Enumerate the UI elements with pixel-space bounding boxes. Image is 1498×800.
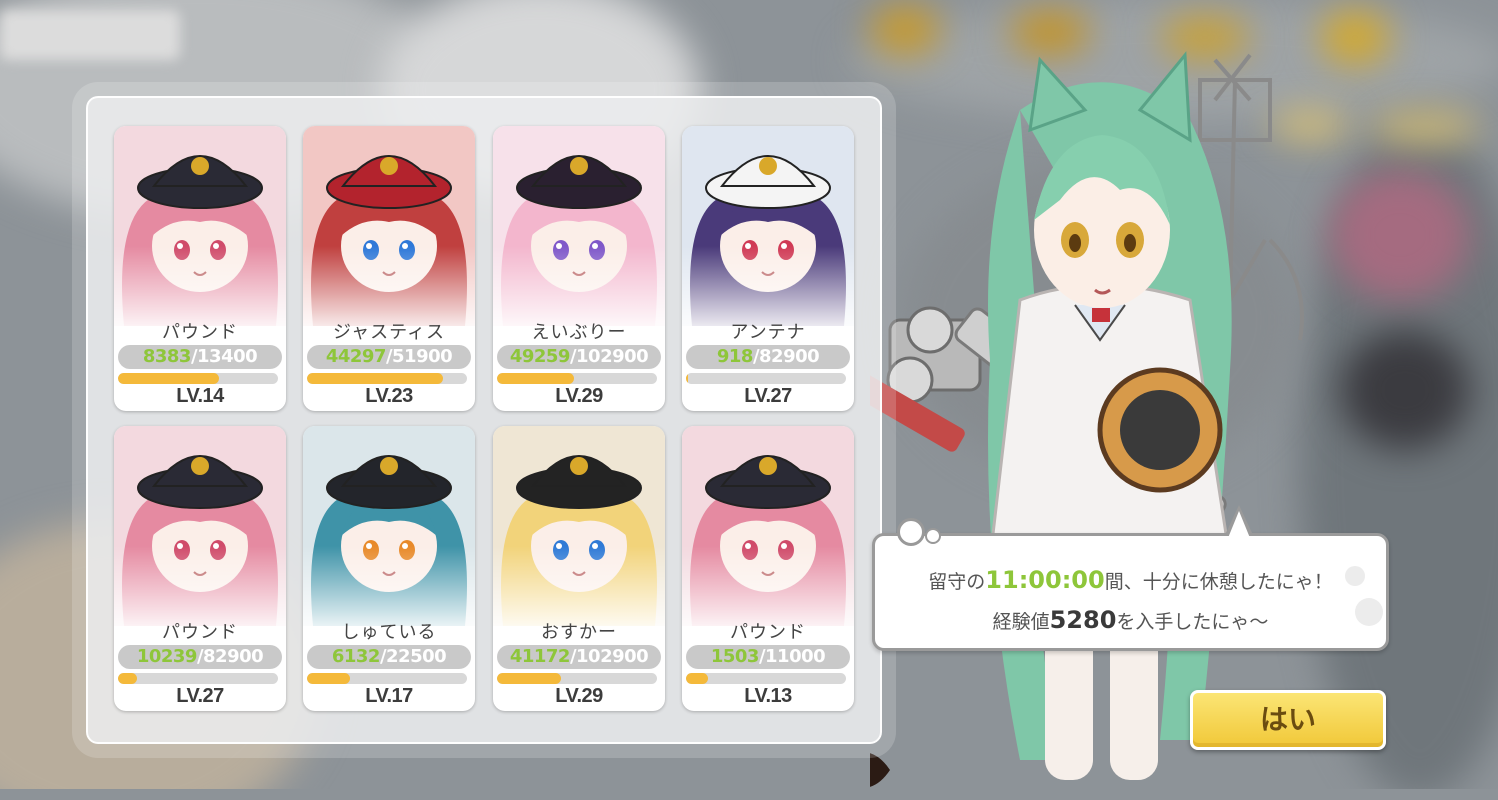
exp-progress-bar (307, 373, 467, 384)
ship-name: ジャスティス (332, 322, 446, 343)
ship-card: アンテナ 918/82900 LV.27 (682, 126, 854, 411)
ship-card: パウンド 1503/11000 LV.13 (682, 426, 854, 711)
exp-current: 10239 (136, 646, 198, 667)
ship-name: えいぶりー (531, 322, 627, 343)
ship-exp: 49259/102900 (497, 345, 661, 369)
exp-progress-fill (686, 373, 688, 384)
ship-exp: 1503/11000 (686, 645, 850, 669)
gained-exp: 5280 (1049, 606, 1117, 634)
exp-progress-fill (686, 673, 709, 684)
ship-level: LV.23 (365, 385, 413, 407)
exp-current: 1503 (710, 646, 760, 667)
exp-max: 13400 (197, 346, 258, 367)
ship-exp: 10239/82900 (118, 645, 282, 669)
exp-progress-bar (497, 673, 657, 684)
ship-card: パウンド 10239/82900 LV.27 (114, 426, 286, 711)
exp-progress-fill (497, 373, 574, 384)
exp-current: 44297 (325, 346, 387, 367)
ship-name: おすかー (541, 622, 617, 643)
ship-level: LV.29 (555, 685, 603, 707)
exp-max: 51900 (392, 346, 453, 367)
exp-max: 22500 (386, 646, 447, 667)
exp-max: 102900 (576, 346, 649, 367)
exp-progress-bar (118, 673, 278, 684)
exp-max: 82900 (759, 346, 820, 367)
exp-progress-bar (497, 373, 657, 384)
ship-name: パウンド (162, 322, 238, 343)
message-line-1: 留守の11:00:00間、十分に休憩したにゃ！ (928, 566, 1333, 594)
ship-exp: 41172/102900 (497, 645, 661, 669)
ship-level: LV.17 (365, 685, 413, 707)
ship-card: えいぶりー 49259/102900 LV.29 (493, 126, 665, 411)
ship-name: しゅている (341, 622, 437, 643)
exp-current: 8383 (142, 346, 192, 367)
exp-current: 6132 (331, 646, 381, 667)
exp-progress-bar (686, 673, 846, 684)
exp-progress-fill (118, 673, 138, 684)
ship-level: LV.13 (744, 685, 792, 707)
exp-progress-fill (118, 373, 219, 384)
ship-level: LV.29 (555, 385, 603, 407)
exp-max: 102900 (576, 646, 649, 667)
confirm-yes-button[interactable]: はい (1190, 690, 1386, 750)
result-message-bubble: 留守の11:00:00間、十分に休憩したにゃ！ 経験値5280を入手したにゃ～ (872, 505, 1389, 651)
ship-card: ジャスティス 44297/51900 LV.23 (303, 126, 475, 411)
exp-current: 49259 (509, 346, 571, 367)
away-time: 11:00:00 (985, 566, 1105, 594)
ship-card: パウンド 8383/13400 LV.14 (114, 126, 286, 411)
exp-progress-fill (307, 673, 351, 684)
exp-progress-fill (307, 373, 443, 384)
exp-progress-bar (686, 373, 846, 384)
ship-level: LV.27 (176, 685, 224, 707)
exp-max: 11000 (765, 646, 826, 667)
exp-progress-fill (497, 673, 561, 684)
ship-level: LV.27 (744, 385, 792, 407)
ship-name: パウンド (162, 622, 238, 643)
exp-current: 41172 (509, 646, 571, 667)
exp-max: 82900 (203, 646, 264, 667)
exp-progress-bar (307, 673, 467, 684)
ship-exp: 44297/51900 (307, 345, 471, 369)
ship-exp: 8383/13400 (118, 345, 282, 369)
exp-current: 918 (716, 346, 754, 367)
ship-card: おすかー 41172/102900 LV.29 (493, 426, 665, 711)
exp-progress-bar (118, 373, 278, 384)
akashi-character-illustration (870, 51, 1304, 787)
ship-card: しゅている 6132/22500 LV.17 (303, 426, 475, 711)
ship-exp: 6132/22500 (307, 645, 471, 669)
ship-name: パウンド (730, 622, 806, 643)
ship-name: アンテナ (730, 322, 806, 343)
message-line-2: 経験値5280を入手したにゃ～ (992, 606, 1269, 634)
ship-exp: 918/82900 (686, 345, 850, 369)
ship-level: LV.14 (176, 385, 224, 407)
